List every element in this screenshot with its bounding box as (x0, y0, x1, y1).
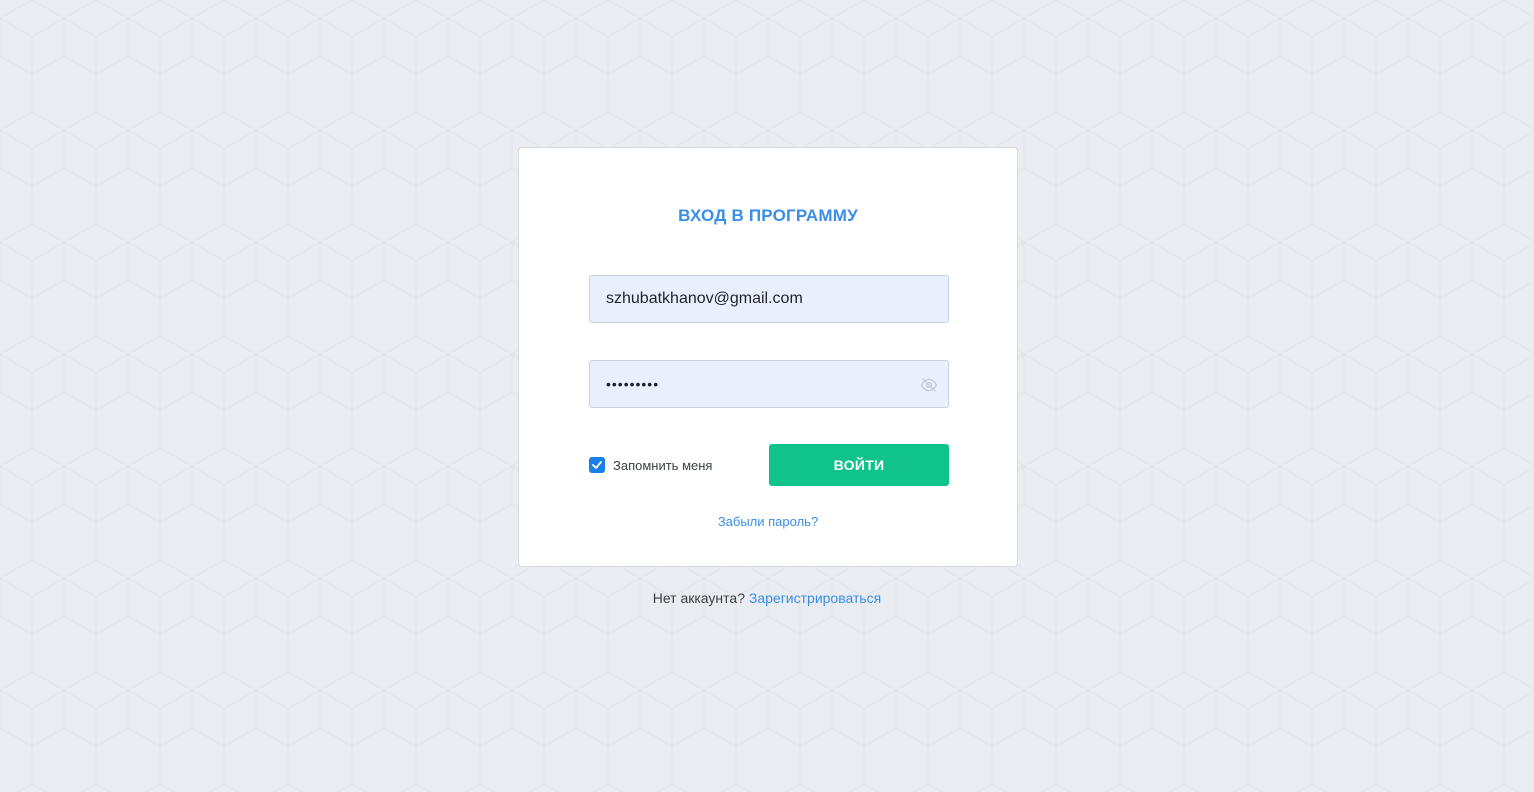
no-account-text: Нет аккаунта? (652, 590, 745, 606)
check-icon (592, 461, 602, 469)
signup-prompt: Нет аккаунта? Зарегистрироваться (0, 590, 1534, 606)
eye-off-icon[interactable] (920, 376, 938, 394)
forgot-password-link[interactable]: Забыли пароль? (519, 514, 1017, 529)
checkbox-checked[interactable] (589, 457, 605, 473)
login-card: ВХОД В ПРОГРАММУ Запомнить меня ВОЙТИ За… (518, 147, 1018, 567)
email-field-container (589, 275, 949, 323)
email-field[interactable] (590, 276, 948, 322)
remember-me-checkbox[interactable]: Запомнить меня (589, 457, 712, 473)
password-field-container (589, 360, 949, 408)
remember-me-label: Запомнить меня (613, 457, 713, 473)
password-field[interactable] (590, 361, 948, 407)
login-button[interactable]: ВОЙТИ (769, 444, 949, 486)
register-link[interactable]: Зарегистрироваться (749, 590, 881, 606)
login-title: ВХОД В ПРОГРАММУ (678, 206, 858, 225)
